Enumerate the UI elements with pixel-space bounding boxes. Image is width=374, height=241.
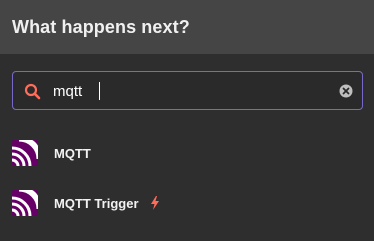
mqtt-icon: [12, 140, 38, 166]
text-cursor: [99, 82, 100, 100]
search-icon: [24, 83, 41, 100]
search-box[interactable]: [12, 71, 363, 110]
result-item-label: MQTT: [54, 145, 91, 161]
result-item-mqtt-trigger[interactable]: MQTT Trigger: [0, 180, 374, 226]
clear-search-icon[interactable]: [339, 84, 353, 98]
panel-title: What happens next?: [12, 16, 190, 37]
mqtt-icon: [12, 190, 38, 216]
result-item-mqtt[interactable]: MQTT: [0, 130, 374, 176]
search-input[interactable]: [53, 78, 333, 104]
panel-header: What happens next?: [0, 0, 374, 54]
result-item-label: MQTT Trigger: [54, 195, 139, 211]
lightning-bolt-icon: [151, 196, 159, 210]
